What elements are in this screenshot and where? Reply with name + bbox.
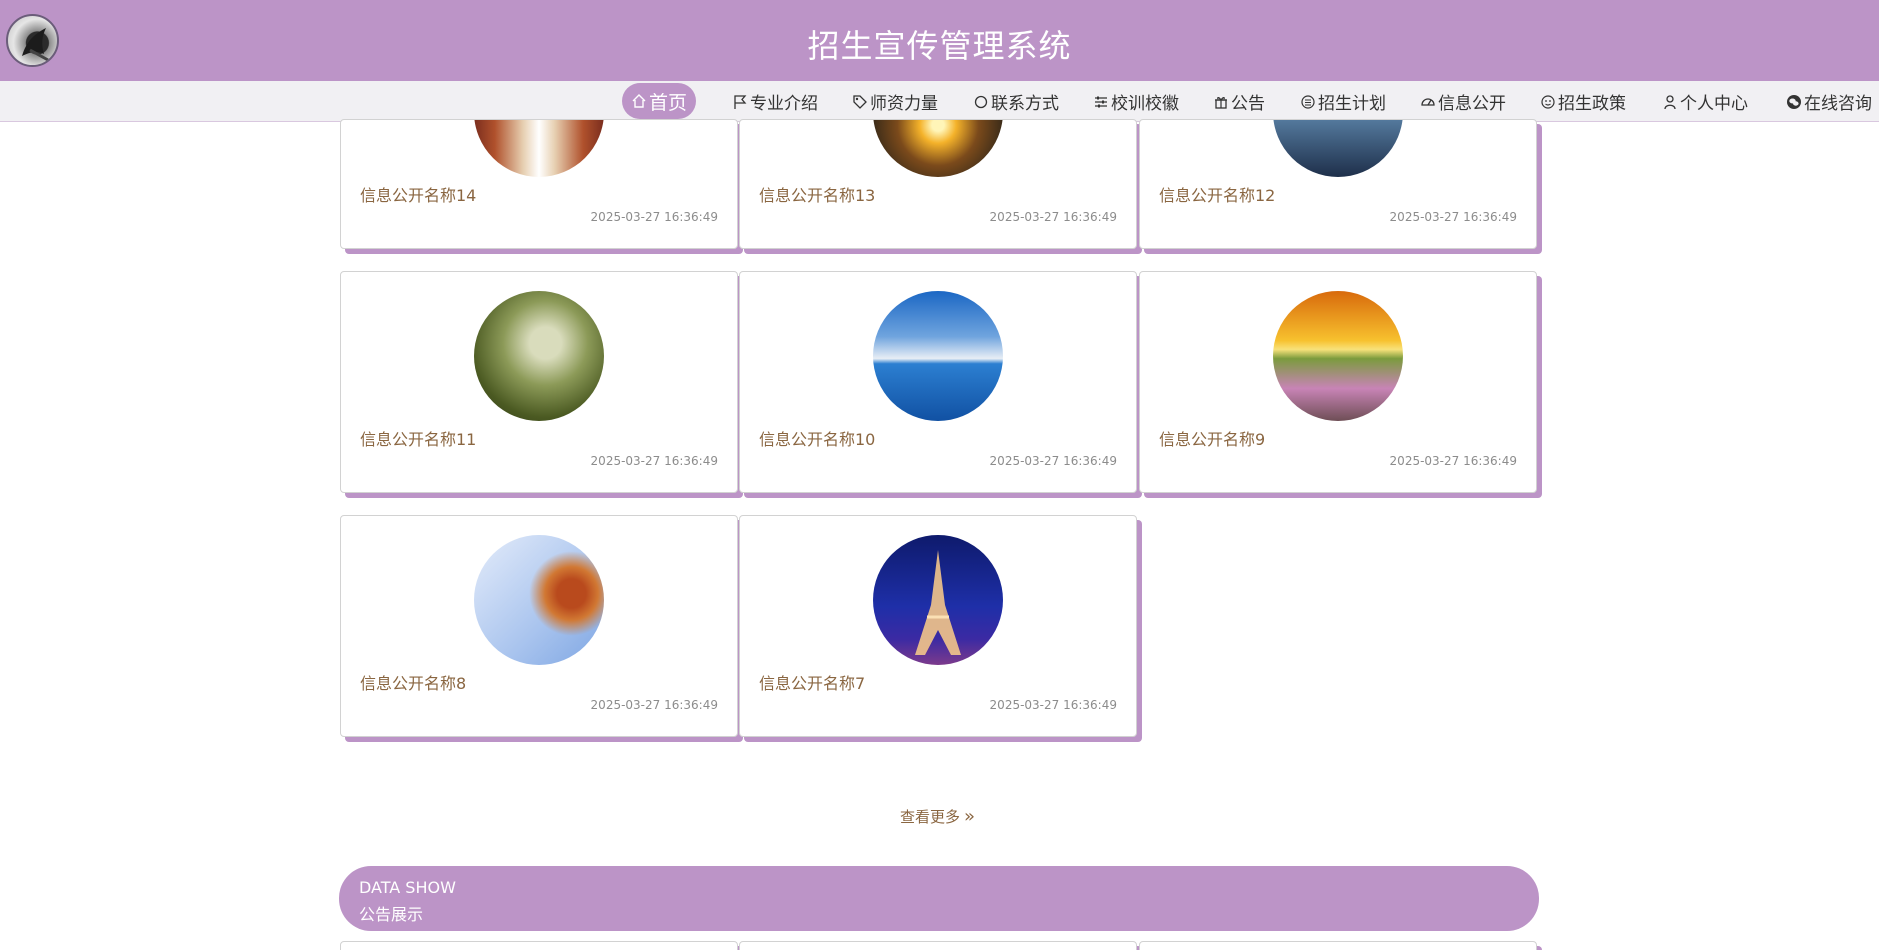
info-card-title: 信息公开名称9: [1159, 426, 1265, 450]
main-nav: 首页 专业介绍 师资力量 联系方式 校训校徽 公告 招生计划 信息公开: [0, 81, 1879, 122]
info-card[interactable]: 信息公开名称11 2025-03-27 16:36:49: [340, 271, 738, 493]
nav-enroll-policy[interactable]: 招生政策: [1540, 81, 1626, 122]
printer-icon: [1300, 94, 1316, 110]
info-card[interactable]: 信息公开名称10 2025-03-27 16:36:49: [739, 271, 1137, 493]
info-card-image: [873, 291, 1003, 421]
info-card-title: 信息公开名称13: [759, 182, 875, 206]
double-chevron-right-icon: »: [964, 806, 975, 827]
info-card-title: 信息公开名称12: [1159, 182, 1275, 206]
nav-contact-label: 联系方式: [991, 89, 1059, 114]
view-more-link[interactable]: 查看更多 »: [900, 806, 975, 827]
info-card[interactable]: 信息公开名称7 2025-03-27 16:36:49: [739, 515, 1137, 737]
flag-icon: [732, 94, 748, 110]
info-card-image: [474, 119, 604, 177]
announcement-card[interactable]: [340, 941, 738, 950]
info-card[interactable]: 信息公开名称13 2025-03-27 16:36:49: [739, 119, 1137, 249]
info-card-time: 2025-03-27 16:36:49: [1390, 454, 1517, 468]
gauge-icon: [1420, 94, 1436, 110]
nav-info-public-label: 信息公开: [1438, 89, 1506, 114]
info-card-time: 2025-03-27 16:36:49: [591, 454, 718, 468]
info-card-title: 信息公开名称10: [759, 426, 875, 450]
info-card-image: [873, 535, 1003, 665]
info-card-image: [1273, 291, 1403, 421]
info-card-title: 信息公开名称7: [759, 670, 865, 694]
info-card-time: 2025-03-27 16:36:49: [591, 210, 718, 224]
info-card-time: 2025-03-27 16:36:49: [990, 698, 1117, 712]
nav-announcement[interactable]: 公告: [1213, 81, 1265, 122]
info-card-image: [1273, 119, 1403, 177]
info-card-image: [474, 291, 604, 421]
top-header: 招生宣传管理系统: [0, 0, 1879, 81]
nav-home-label: 首页: [649, 88, 687, 115]
info-card-time: 2025-03-27 16:36:49: [1390, 210, 1517, 224]
view-more-label: 查看更多: [900, 806, 960, 827]
nav-home[interactable]: 首页: [622, 83, 696, 119]
section-en-label: DATA SHOW: [359, 878, 456, 897]
nav-personal-center-label: 个人中心: [1680, 89, 1748, 114]
wechat-icon: [1786, 94, 1802, 110]
nav-faculty-label: 师资力量: [870, 89, 938, 114]
info-card[interactable]: 信息公开名称14 2025-03-27 16:36:49: [340, 119, 738, 249]
user-icon: [1662, 94, 1678, 110]
nav-enroll-plan[interactable]: 招生计划: [1300, 81, 1386, 122]
sliders-icon: [1093, 94, 1109, 110]
nav-online-consult-label: 在线咨询: [1804, 89, 1872, 114]
page: 招生宣传管理系统 首页 专业介绍 师资力量 联系方式 校训校徽 公告: [0, 0, 1879, 950]
section-cn-label: 公告展示: [359, 901, 423, 925]
announcement-card[interactable]: [739, 941, 1137, 950]
info-card-title: 信息公开名称11: [360, 426, 476, 450]
nav-motto-emblem[interactable]: 校训校徽: [1093, 81, 1179, 122]
circle-icon: [973, 94, 989, 110]
tag-icon: [852, 94, 868, 110]
nav-faculty[interactable]: 师资力量: [852, 81, 938, 122]
nav-info-public[interactable]: 信息公开: [1420, 81, 1506, 122]
nav-enroll-plan-label: 招生计划: [1318, 89, 1386, 114]
eiffel-tower-icon: [873, 535, 1003, 665]
info-card-title: 信息公开名称14: [360, 182, 476, 206]
info-card-image: [873, 119, 1003, 177]
nav-announcement-label: 公告: [1231, 89, 1265, 114]
smile-icon: [1540, 94, 1556, 110]
section-header-data-show: DATA SHOW 公告展示: [339, 866, 1539, 931]
nav-major-intro-label: 专业介绍: [750, 89, 818, 114]
gift-icon: [1213, 94, 1229, 110]
home-icon: [631, 93, 647, 109]
nav-online-consult[interactable]: 在线咨询: [1786, 81, 1872, 122]
nav-motto-emblem-label: 校训校徽: [1111, 89, 1179, 114]
nav-enroll-policy-label: 招生政策: [1558, 89, 1626, 114]
info-card[interactable]: 信息公开名称8 2025-03-27 16:36:49: [340, 515, 738, 737]
nav-major-intro[interactable]: 专业介绍: [732, 81, 818, 122]
info-card-time: 2025-03-27 16:36:49: [591, 698, 718, 712]
info-card-time: 2025-03-27 16:36:49: [990, 454, 1117, 468]
info-card-title: 信息公开名称8: [360, 670, 466, 694]
nav-contact[interactable]: 联系方式: [973, 81, 1059, 122]
site-title: 招生宣传管理系统: [0, 21, 1879, 67]
info-card[interactable]: 信息公开名称9 2025-03-27 16:36:49: [1139, 271, 1537, 493]
nav-personal-center[interactable]: 个人中心: [1662, 81, 1748, 122]
info-card-image: [474, 535, 604, 665]
announcement-card[interactable]: [1139, 941, 1537, 950]
info-card-time: 2025-03-27 16:36:49: [990, 210, 1117, 224]
info-card[interactable]: 信息公开名称12 2025-03-27 16:36:49: [1139, 119, 1537, 249]
